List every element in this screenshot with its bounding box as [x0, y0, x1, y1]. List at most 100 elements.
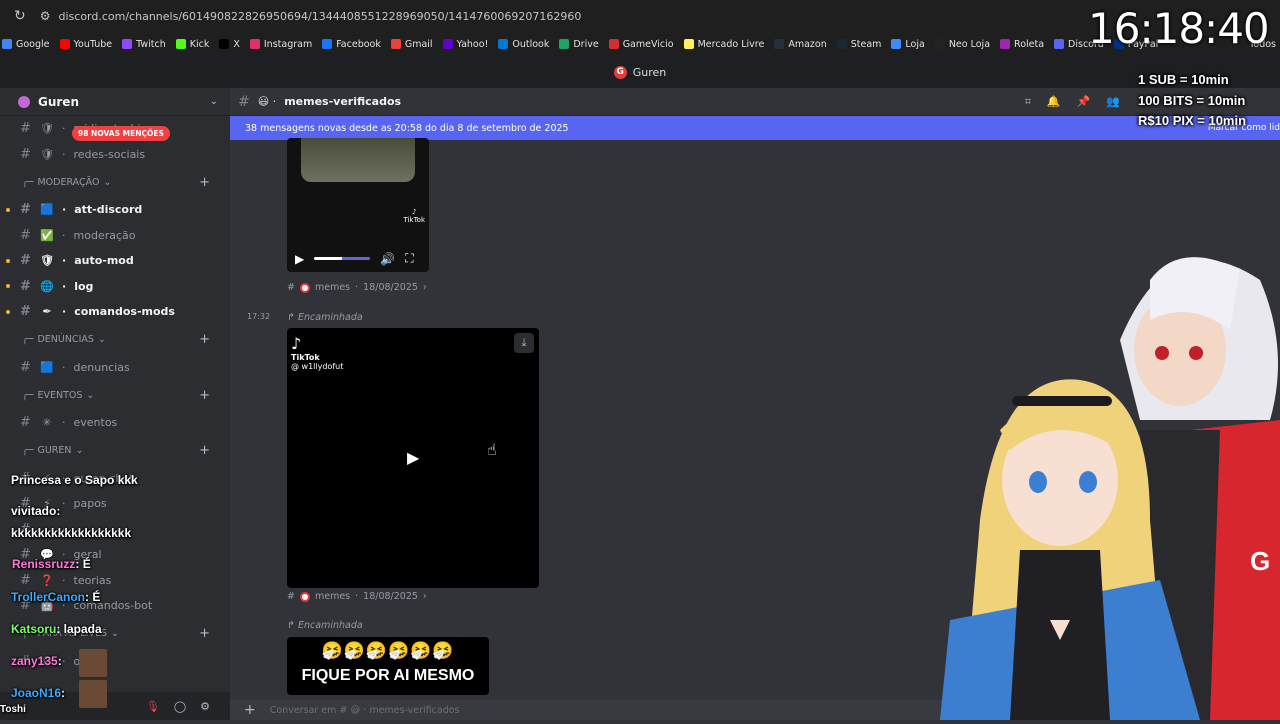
chat-message: JoaoN16: [11, 686, 65, 700]
meme-image-attachment[interactable]: 🤧🤧🤧🤧🤧🤧 FIQUE POR AI MESMO [287, 637, 489, 695]
mic-muted-icon[interactable]: 🎙 [146, 700, 160, 713]
bookmark-label: Roleta [1014, 38, 1045, 50]
bookmark-14[interactable]: Steam [836, 39, 881, 50]
volume-slider[interactable] [314, 257, 371, 260]
add-channel-icon[interactable]: + [199, 332, 210, 347]
reload-icon[interactable]: ↻ [14, 8, 26, 24]
bookmark-6[interactable]: Facebook [322, 39, 381, 50]
channel-category[interactable]: ╭─ EVENTOS ⌄ + [0, 380, 230, 410]
channel-item[interactable]: # 🛡 · auto-mod [0, 248, 230, 274]
chevron-right-icon: › [422, 282, 427, 293]
site-info-icon[interactable]: ⚙ [40, 9, 51, 23]
channel-item[interactable]: # ✳ · eventos [0, 410, 230, 436]
forward-channel: memes [314, 282, 351, 293]
bookmark-3[interactable]: Kick [175, 38, 210, 50]
channel-item[interactable]: # 🟦 · denuncias [0, 355, 230, 381]
bookmark-8[interactable]: Yahoo! [442, 39, 488, 50]
server-header[interactable]: Guren ⌄ [0, 88, 230, 116]
forward-source-1[interactable]: # memes · 18/08/2025 › [287, 282, 427, 293]
volume-icon[interactable]: 🔊 [380, 252, 395, 266]
bookmark-favicon-icon [390, 39, 401, 49]
video-attachment-1[interactable]: ♪ TikTok ▶ 🔊 ⛶ [287, 138, 429, 272]
bookmark-10[interactable]: Drive [559, 39, 599, 50]
chevron-down-icon[interactable]: ⌄ [210, 96, 218, 107]
rate-pix: R$10 PIX = 10min [1138, 113, 1247, 128]
channel-item[interactable]: # ✒ · comandos-mods [0, 299, 230, 325]
headset-icon[interactable]: ◯ [174, 700, 186, 713]
bookmark-1[interactable]: YouTube [59, 39, 112, 50]
video-thumbnail [301, 138, 415, 182]
forward-source-2[interactable]: # memes · 18/08/2025 › [287, 591, 427, 602]
bookmark-label: Amazon [788, 38, 827, 50]
new-messages-text: 38 mensagens novas desde as 20:58 do dia… [245, 122, 569, 134]
bookmark-favicon-icon [1054, 39, 1065, 49]
channel-label: denuncias [73, 360, 130, 374]
threads-icon[interactable]: ⌗ [1025, 95, 1031, 109]
channel-item[interactable]: # 🛡 · redes-sociais [0, 142, 230, 168]
channel-label: papos [73, 497, 107, 511]
channel-category[interactable]: ╭─ GUREN ⌄ + [0, 436, 230, 466]
download-icon[interactable]: ⤓ [514, 333, 534, 353]
server-name: Guren [38, 94, 79, 109]
hash-icon: # [238, 93, 250, 110]
add-channel-icon[interactable]: + [199, 175, 210, 190]
bookmark-5[interactable]: Instagram [249, 39, 312, 50]
bookmark-11[interactable]: GameVicio [608, 39, 674, 50]
bookmark-12[interactable]: Mercado Livre [683, 39, 764, 50]
chat-nick: Renissruzz [12, 557, 76, 571]
bookmark-0[interactable]: Google [2, 39, 50, 50]
bookmark-7[interactable]: Gmail [390, 38, 433, 50]
guren-logo-icon: G [613, 65, 627, 79]
chat-avatar [79, 649, 107, 677]
message-input[interactable]: Conversar em # 😃 · memes-verificados [270, 705, 460, 716]
channel-item[interactable]: # 🟦 · att-discord [0, 197, 230, 223]
bookmark-17[interactable]: Roleta [1000, 39, 1044, 50]
rate-sub: 1 SUB = 10min [1138, 72, 1229, 87]
new-mentions-badge[interactable]: 98 NOVAS MENÇÕES [72, 126, 170, 141]
add-attachment-icon[interactable]: + [244, 702, 256, 718]
chat-avatar [79, 680, 107, 708]
svg-text:G: G [1250, 546, 1270, 576]
forward-date: 18/08/2025 [363, 282, 418, 293]
add-channel-icon[interactable]: + [199, 626, 210, 641]
channel-item[interactable]: # ✅ · moderação [0, 223, 230, 249]
video-attachment-2[interactable]: ♪ TikTok @ w1llydofut ▶ ☝ [287, 328, 539, 588]
bookmark-4[interactable]: X [219, 39, 240, 50]
channel-emoji-icon: 😃 · [257, 95, 277, 108]
app-title-bar: G Guren [0, 56, 1280, 88]
bookmark-9[interactable]: Outlook [498, 39, 549, 50]
category-label: DENÚNCIAS [37, 334, 94, 345]
pin-icon[interactable]: 📌 [1077, 95, 1091, 109]
hash-icon: # [20, 304, 31, 320]
channel-emoji-icon: 🟦 [40, 203, 54, 217]
channel-item[interactable]: # 🌐 · log [0, 274, 230, 300]
bookmark-label: Twitch [136, 38, 166, 50]
play-icon[interactable]: ▶ [295, 252, 304, 266]
channel-category[interactable]: ╭─ DENÚNCIAS ⌄ + [0, 325, 230, 355]
bookmark-favicon-icon [608, 39, 619, 49]
forward-channel: memes [314, 591, 351, 602]
bookmark-2[interactable]: Twitch [122, 39, 166, 50]
notification-bell-icon[interactable]: 🔔 [1047, 95, 1061, 109]
add-channel-icon[interactable]: + [199, 443, 210, 458]
new-messages-banner[interactable]: 38 mensagens novas desde as 20:58 do dia… [230, 116, 1280, 140]
add-channel-icon[interactable]: + [199, 388, 210, 403]
bookmark-favicon-icon [175, 39, 186, 49]
hash-icon: # [20, 227, 31, 243]
address-field[interactable]: discord.com/channels/601490822826950694/… [59, 10, 582, 23]
bookmark-label: Kick [189, 38, 210, 50]
fullscreen-icon[interactable]: ⛶ [405, 251, 413, 266]
bookmark-16[interactable]: Neo Loja [934, 38, 991, 50]
bookmark-15[interactable]: Loja [891, 39, 925, 50]
settings-gear-icon[interactable]: ⚙ [200, 700, 210, 713]
chevron-down-icon: ⌄ [86, 389, 95, 401]
chat-message: Princesa e o Sapo kkk [11, 473, 138, 487]
channel-label: moderação [73, 228, 136, 242]
channel-category[interactable]: ╭─ MODERAÇÃO ⌄ + [0, 167, 230, 197]
hash-icon: # [20, 415, 31, 431]
bookmark-13[interactable]: Amazon [774, 38, 827, 50]
members-icon[interactable]: 👥 [1106, 95, 1120, 109]
bookmark-label: Gmail [404, 38, 433, 50]
bookmark-label: Neo Loja [948, 38, 991, 50]
play-icon[interactable]: ▶ [407, 448, 419, 467]
